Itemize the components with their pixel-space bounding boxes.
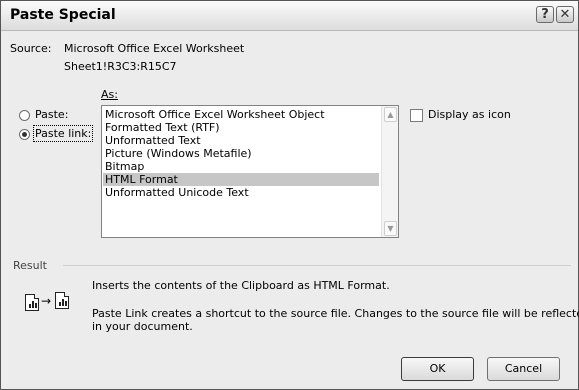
scroll-down-icon[interactable]: ▼ [384, 221, 397, 236]
dialog-title: Paste Special [10, 7, 116, 23]
title-bar[interactable]: Paste Special ? ✕ [1, 1, 578, 31]
question-mark-icon: ? [541, 7, 549, 22]
format-option[interactable]: HTML Format [103, 173, 379, 186]
format-option[interactable]: Bitmap [103, 160, 144, 173]
source-name: Microsoft Office Excel Worksheet [64, 42, 245, 55]
source-label: Source: [10, 42, 52, 55]
format-option[interactable]: Formatted Text (RTF) [103, 121, 220, 134]
result-description: Inserts the contents of the Clipboard as… [92, 279, 390, 292]
paste-radio-label[interactable]: Paste: [35, 108, 68, 121]
format-option[interactable]: Unformatted Text [103, 134, 201, 147]
paste-link-result-icon: → [25, 292, 83, 314]
paste-special-dialog: Paste Special ? ✕ Source: Microsoft Offi… [0, 0, 579, 390]
close-button[interactable]: ✕ [556, 6, 574, 23]
result-link-note: Paste Link creates a shortcut to the sou… [92, 307, 579, 320]
ok-button[interactable]: OK [401, 357, 474, 381]
display-as-icon-label[interactable]: Display as icon [428, 108, 511, 121]
close-icon: ✕ [559, 7, 571, 22]
help-button[interactable]: ? [536, 6, 554, 23]
paste-radio[interactable] [19, 110, 30, 121]
result-link-note-cont: in your document. [92, 320, 193, 333]
listbox-scrollbar[interactable]: ▲ ▼ [381, 106, 398, 237]
result-label: Result [13, 259, 47, 272]
source-range: Sheet1!R3C3:R15C7 [64, 60, 177, 73]
cancel-button[interactable]: Cancel [487, 357, 560, 381]
scroll-up-icon[interactable]: ▲ [384, 107, 397, 122]
result-divider [63, 265, 571, 266]
link-arrow-icon: → [41, 294, 52, 308]
paste-link-radio-label[interactable]: Paste link: [32, 125, 94, 142]
as-label: As: [101, 88, 118, 101]
paste-link-radio[interactable] [19, 129, 30, 140]
format-option[interactable]: Unformatted Unicode Text [103, 186, 249, 199]
format-listbox[interactable]: Microsoft Office Excel Worksheet Object F… [101, 105, 399, 238]
source-document-icon [25, 294, 39, 311]
display-as-icon-checkbox[interactable] [410, 109, 423, 122]
format-option[interactable]: Microsoft Office Excel Worksheet Object [103, 108, 325, 121]
format-option[interactable]: Picture (Windows Metafile) [103, 147, 252, 160]
target-document-icon [55, 292, 69, 309]
